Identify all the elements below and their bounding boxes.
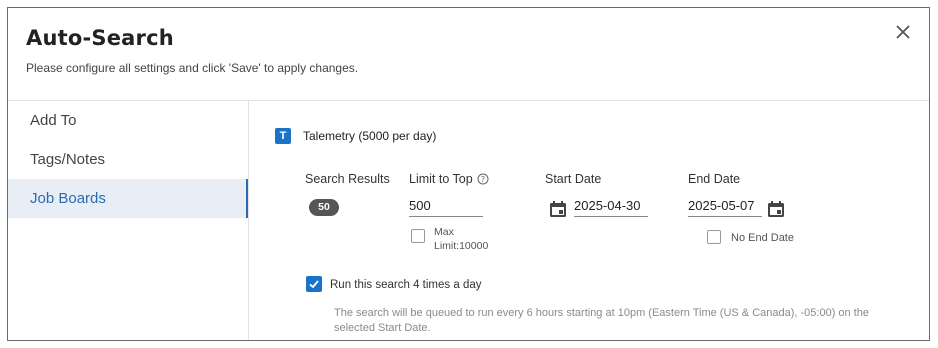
- start-date-input[interactable]: [574, 198, 648, 217]
- sidebar-item-job-boards[interactable]: Job Boards: [8, 179, 248, 218]
- schedule-note: The search will be queued to run every 6…: [334, 307, 869, 334]
- dialog-title: Auto-Search: [26, 26, 174, 50]
- max-limit-label-line1: Max: [434, 226, 454, 238]
- talemetry-logo: T: [275, 128, 291, 144]
- help-icon[interactable]: ?: [477, 173, 489, 188]
- close-button[interactable]: [893, 22, 913, 42]
- sidebar-item-add-to[interactable]: Add To: [8, 101, 248, 140]
- start-date-calendar-icon[interactable]: [548, 199, 568, 219]
- end-date-calendar-icon[interactable]: [766, 199, 786, 219]
- run-4-times-label: Run this search 4 times a day: [330, 279, 482, 291]
- search-results-label: Search Results: [305, 172, 390, 186]
- source-title: Talemetry (5000 per day): [303, 129, 437, 143]
- job-boards-panel: T Talemetry (5000 per day) Search Result…: [249, 101, 929, 340]
- checkmark-icon: [309, 280, 319, 289]
- no-end-date-checkbox[interactable]: [707, 230, 721, 244]
- sidebar-item-tags-notes[interactable]: Tags/Notes: [8, 140, 248, 179]
- start-date-label: Start Date: [545, 172, 602, 186]
- svg-text:?: ?: [481, 175, 485, 184]
- max-limit-label: Max Limit:10000: [434, 225, 488, 253]
- limit-to-top-label: Limit to Top?: [409, 172, 489, 188]
- run-4-times-checkbox[interactable]: [306, 276, 322, 292]
- sidebar: Add To Tags/Notes Job Boards: [8, 101, 249, 340]
- end-date-input[interactable]: [688, 198, 762, 217]
- limit-to-top-input[interactable]: [409, 198, 483, 217]
- close-icon: [896, 25, 910, 39]
- dialog-subtitle: Please configure all settings and click …: [26, 61, 359, 75]
- no-end-date-label: No End Date: [731, 232, 794, 244]
- search-results-count-badge: 50: [309, 199, 339, 216]
- end-date-label: End Date: [688, 172, 741, 186]
- auto-search-dialog: Auto-Search Please configure all setting…: [7, 7, 930, 341]
- limit-to-top-text: Limit to Top: [409, 172, 473, 186]
- max-limit-label-line2: Limit:10000: [434, 240, 489, 252]
- dialog-header: Auto-Search Please configure all setting…: [8, 8, 929, 101]
- max-limit-checkbox[interactable]: [411, 229, 425, 243]
